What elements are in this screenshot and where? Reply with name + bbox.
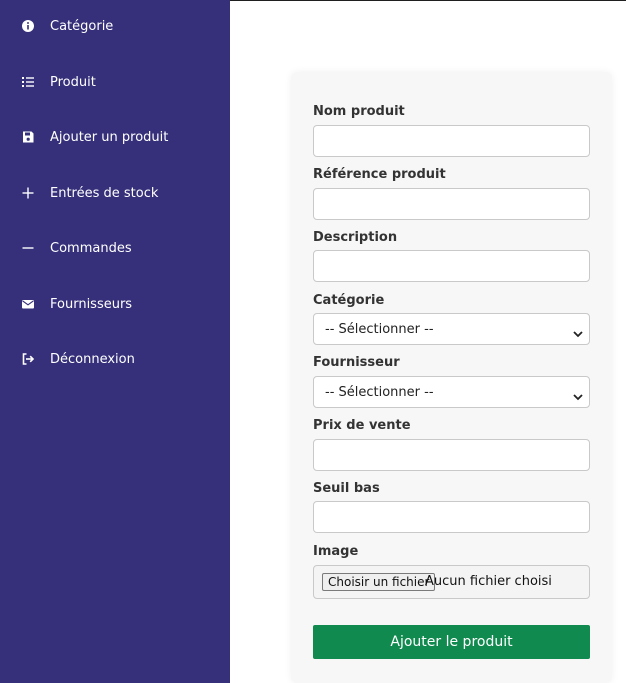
list-icon (21, 75, 35, 89)
sidebar-item-label: Ajouter un produit (50, 129, 169, 145)
image-file-input: Choisir un fichier Aucun fichier choisi (313, 565, 590, 599)
sidebar-item-label: Produit (50, 74, 96, 90)
save-icon (21, 130, 35, 144)
categorie-label: Catégorie (313, 293, 385, 308)
chevron-down-icon (573, 324, 583, 338)
reference-produit-label: Référence produit (313, 167, 446, 182)
sidebar-item-entrees-stock[interactable]: Entrées de stock (0, 179, 230, 207)
reference-produit-input[interactable] (313, 188, 590, 220)
description-label: Description (313, 230, 398, 245)
info-circle-icon (21, 19, 35, 33)
categorie-selected-value: -- Sélectionner -- (325, 321, 434, 337)
image-label: Image (313, 544, 359, 559)
sidebar-item-categorie[interactable]: Catégorie (0, 12, 230, 40)
nom-produit-input[interactable] (313, 125, 590, 157)
chevron-down-icon (573, 387, 583, 401)
sidebar-item-commandes[interactable]: Commandes (0, 234, 230, 262)
sidebar-item-label: Catégorie (50, 18, 114, 34)
fournisseur-selected-value: -- Sélectionner -- (325, 384, 434, 400)
sidebar-item-label: Déconnexion (50, 351, 135, 367)
prix-vente-label: Prix de vente (313, 418, 411, 433)
prix-vente-input[interactable] (313, 439, 590, 471)
seuil-bas-input[interactable] (313, 501, 590, 533)
choose-file-button[interactable]: Choisir un fichier (322, 573, 436, 591)
nom-produit-label: Nom produit (313, 104, 405, 119)
description-input[interactable] (313, 250, 590, 282)
sidebar-item-label: Fournisseurs (50, 296, 133, 312)
file-status-text: Aucun fichier choisi (425, 574, 552, 589)
sign-out-icon (21, 352, 35, 366)
sidebar: Catégorie Produit Ajouter un produit Ent… (0, 0, 230, 683)
sidebar-item-ajouter-produit[interactable]: Ajouter un produit (0, 123, 230, 151)
categorie-select[interactable]: -- Sélectionner -- (313, 313, 590, 345)
envelope-icon (21, 297, 35, 311)
plus-icon (21, 186, 35, 200)
fournisseur-label: Fournisseur (313, 355, 400, 370)
sidebar-item-label: Commandes (50, 240, 132, 256)
sidebar-item-label: Entrées de stock (50, 185, 159, 201)
sidebar-item-deconnexion[interactable]: Déconnexion (0, 345, 230, 373)
sidebar-item-fournisseurs[interactable]: Fournisseurs (0, 290, 230, 318)
sidebar-item-produit[interactable]: Produit (0, 68, 230, 96)
ajouter-produit-button[interactable]: Ajouter le produit (313, 625, 590, 659)
fournisseur-select[interactable]: -- Sélectionner -- (313, 376, 590, 408)
seuil-bas-label: Seuil bas (313, 481, 380, 496)
minus-icon (21, 241, 35, 255)
